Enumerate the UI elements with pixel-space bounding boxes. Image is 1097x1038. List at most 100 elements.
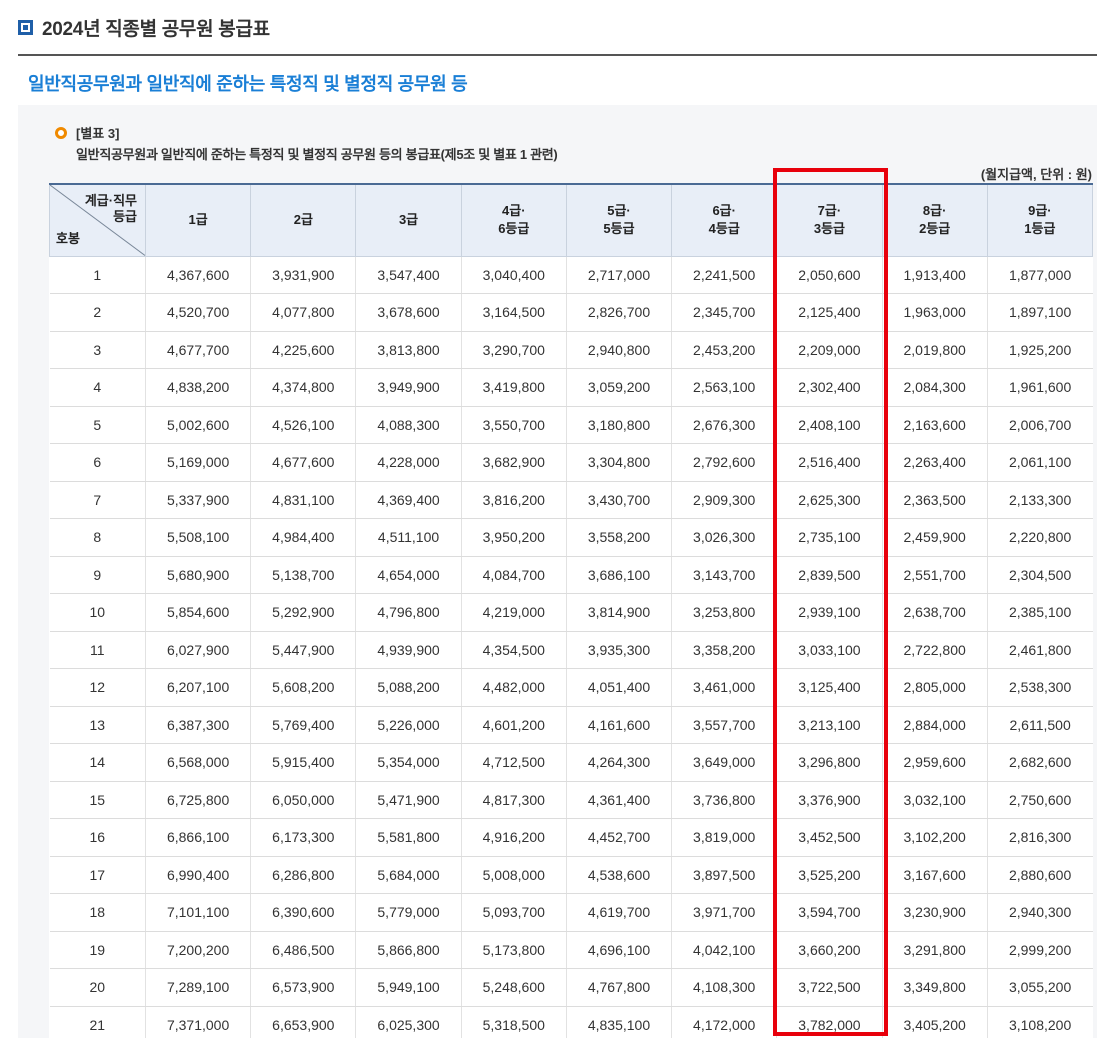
step-cell: 15 bbox=[49, 781, 146, 819]
salary-cell: 4,367,600 bbox=[144, 255, 251, 294]
salary-cell: 4,077,800 bbox=[250, 293, 356, 332]
salary-cell: 1,877,000 bbox=[986, 255, 1093, 294]
step-cell: 7 bbox=[49, 481, 146, 519]
salary-cell: 4,916,200 bbox=[460, 818, 567, 857]
salary-cell: 3,108,200 bbox=[986, 1006, 1093, 1038]
step-cell: 11 bbox=[49, 631, 146, 669]
salary-cell: 6,866,100 bbox=[144, 818, 251, 857]
salary-cell: 4,084,700 bbox=[460, 556, 567, 594]
salary-cell: 3,814,900 bbox=[565, 593, 672, 632]
salary-cell: 2,385,100 bbox=[986, 593, 1093, 632]
salary-cell: 2,461,800 bbox=[986, 631, 1093, 669]
step-cell: 4 bbox=[49, 368, 146, 407]
table-row: 15 6,725,800 6,050,000 5,471,900 4,817,300 4,… bbox=[49, 781, 1093, 819]
salary-cell: 4,831,100 bbox=[250, 481, 356, 519]
salary-cell: 3,040,400 bbox=[460, 255, 567, 294]
salary-cell: 3,358,200 bbox=[671, 631, 777, 669]
salary-cell: 4,374,800 bbox=[250, 368, 356, 407]
header-divider bbox=[18, 54, 1097, 56]
salary-cell: 4,538,600 bbox=[565, 856, 672, 894]
salary-cell: 3,230,900 bbox=[881, 893, 988, 932]
salary-cell: 2,909,300 bbox=[671, 481, 777, 519]
salary-cell: 1,925,200 bbox=[986, 331, 1093, 369]
salary-cell: 4,051,400 bbox=[565, 668, 672, 707]
salary-cell: 5,447,900 bbox=[250, 631, 356, 669]
salary-cell: 4,838,200 bbox=[144, 368, 251, 407]
salary-cell: 3,813,800 bbox=[355, 331, 462, 369]
salary-cell: 2,551,700 bbox=[881, 556, 988, 594]
salary-cell: 4,228,000 bbox=[355, 443, 462, 482]
column-header: 2급 bbox=[250, 183, 357, 257]
salary-cell: 3,558,200 bbox=[565, 518, 672, 557]
salary-cell: 3,931,900 bbox=[250, 255, 356, 294]
column-header: 5급· 5등급 bbox=[565, 183, 673, 257]
page-header: 2024년 직종별 공무원 봉급표 bbox=[18, 14, 270, 41]
table-row: 19 7,200,200 6,486,500 5,866,800 5,173,800 4,… bbox=[49, 931, 1093, 969]
salary-cell: 5,915,400 bbox=[250, 743, 356, 782]
salary-cell: 3,143,700 bbox=[671, 556, 777, 594]
salary-cell: 2,125,400 bbox=[776, 293, 883, 332]
salary-cell: 3,164,500 bbox=[460, 293, 567, 332]
step-cell: 18 bbox=[49, 893, 146, 932]
salary-cell: 4,677,600 bbox=[250, 443, 356, 482]
salary-cell: 2,717,000 bbox=[565, 255, 672, 294]
salary-cell: 4,712,500 bbox=[460, 743, 567, 782]
salary-cell: 2,302,400 bbox=[776, 368, 883, 407]
table-row: 11 6,027,900 5,447,900 4,939,900 4,354,500 3,… bbox=[49, 631, 1093, 669]
salary-cell: 5,169,000 bbox=[144, 443, 251, 482]
salary-cell: 5,608,200 bbox=[250, 668, 356, 707]
salary-cell: 3,971,700 bbox=[671, 893, 777, 932]
column-header: 6급· 4등급 bbox=[671, 183, 778, 257]
salary-cell: 5,292,900 bbox=[250, 593, 356, 632]
salary-cell: 3,033,100 bbox=[776, 631, 883, 669]
step-cell: 1 bbox=[49, 255, 146, 294]
salary-cell: 2,638,700 bbox=[881, 593, 988, 632]
step-cell: 12 bbox=[49, 668, 146, 707]
salary-cell: 3,678,600 bbox=[355, 293, 462, 332]
salary-cell: 3,686,100 bbox=[565, 556, 672, 594]
note-label: [별표 3] bbox=[76, 126, 120, 141]
salary-cell: 4,677,700 bbox=[144, 331, 251, 369]
salary-cell: 3,032,100 bbox=[881, 781, 988, 819]
salary-cell: 6,990,400 bbox=[144, 856, 251, 894]
column-header: 9급· 1등급 bbox=[986, 183, 1094, 257]
salary-cell: 2,241,500 bbox=[671, 255, 777, 294]
table-row: 4 4,838,200 4,374,800 3,949,900 3,419,800 3,0… bbox=[49, 368, 1093, 407]
salary-cell: 2,792,600 bbox=[671, 443, 777, 482]
step-cell: 16 bbox=[49, 818, 146, 857]
step-cell: 6 bbox=[49, 443, 146, 482]
column-header: 7급· 3등급 bbox=[776, 183, 883, 257]
salary-cell: 5,318,500 bbox=[460, 1006, 567, 1038]
salary-cell: 2,209,000 bbox=[776, 331, 883, 369]
column-header: 8급· 2등급 bbox=[881, 183, 988, 257]
salary-cell: 5,866,800 bbox=[355, 931, 462, 969]
salary-table: 계급·직무 등급 호봉 1급 2급 3급 4급· 6등급 5급· 5등급 6급·… bbox=[49, 183, 1094, 1038]
salary-cell: 2,133,300 bbox=[986, 481, 1093, 519]
salary-cell: 6,387,300 bbox=[144, 706, 251, 744]
salary-cell: 3,167,600 bbox=[881, 856, 988, 894]
salary-cell: 6,725,800 bbox=[144, 781, 251, 819]
salary-cell: 6,568,000 bbox=[144, 743, 251, 782]
corner-top-label: 계급·직무 등급 bbox=[84, 193, 137, 224]
salary-cell: 4,696,100 bbox=[565, 931, 672, 969]
salary-cell: 1,897,100 bbox=[986, 293, 1093, 332]
table-row: 10 5,854,600 5,292,900 4,796,800 4,219,000 3,… bbox=[49, 593, 1093, 632]
salary-cell: 2,959,600 bbox=[881, 743, 988, 782]
table-row: 7 5,337,900 4,831,100 4,369,400 3,816,200 3,4… bbox=[49, 481, 1093, 519]
salary-cell: 2,019,800 bbox=[881, 331, 988, 369]
salary-cell: 3,782,000 bbox=[776, 1006, 883, 1038]
salary-cell: 2,676,300 bbox=[671, 406, 777, 444]
salary-cell: 5,173,800 bbox=[460, 931, 567, 969]
salary-cell: 6,390,600 bbox=[250, 893, 356, 932]
salary-cell: 2,735,100 bbox=[776, 518, 883, 557]
salary-cell: 4,939,900 bbox=[355, 631, 462, 669]
salary-cell: 2,999,200 bbox=[986, 931, 1093, 969]
salary-cell: 2,061,100 bbox=[986, 443, 1093, 482]
salary-cell: 2,538,300 bbox=[986, 668, 1093, 707]
salary-cell: 5,949,100 bbox=[355, 968, 462, 1007]
salary-cell: 2,050,600 bbox=[776, 255, 883, 294]
salary-cell: 3,026,300 bbox=[671, 518, 777, 557]
salary-cell: 5,088,200 bbox=[355, 668, 462, 707]
salary-cell: 4,526,100 bbox=[250, 406, 356, 444]
column-header: 3급 bbox=[355, 183, 462, 257]
